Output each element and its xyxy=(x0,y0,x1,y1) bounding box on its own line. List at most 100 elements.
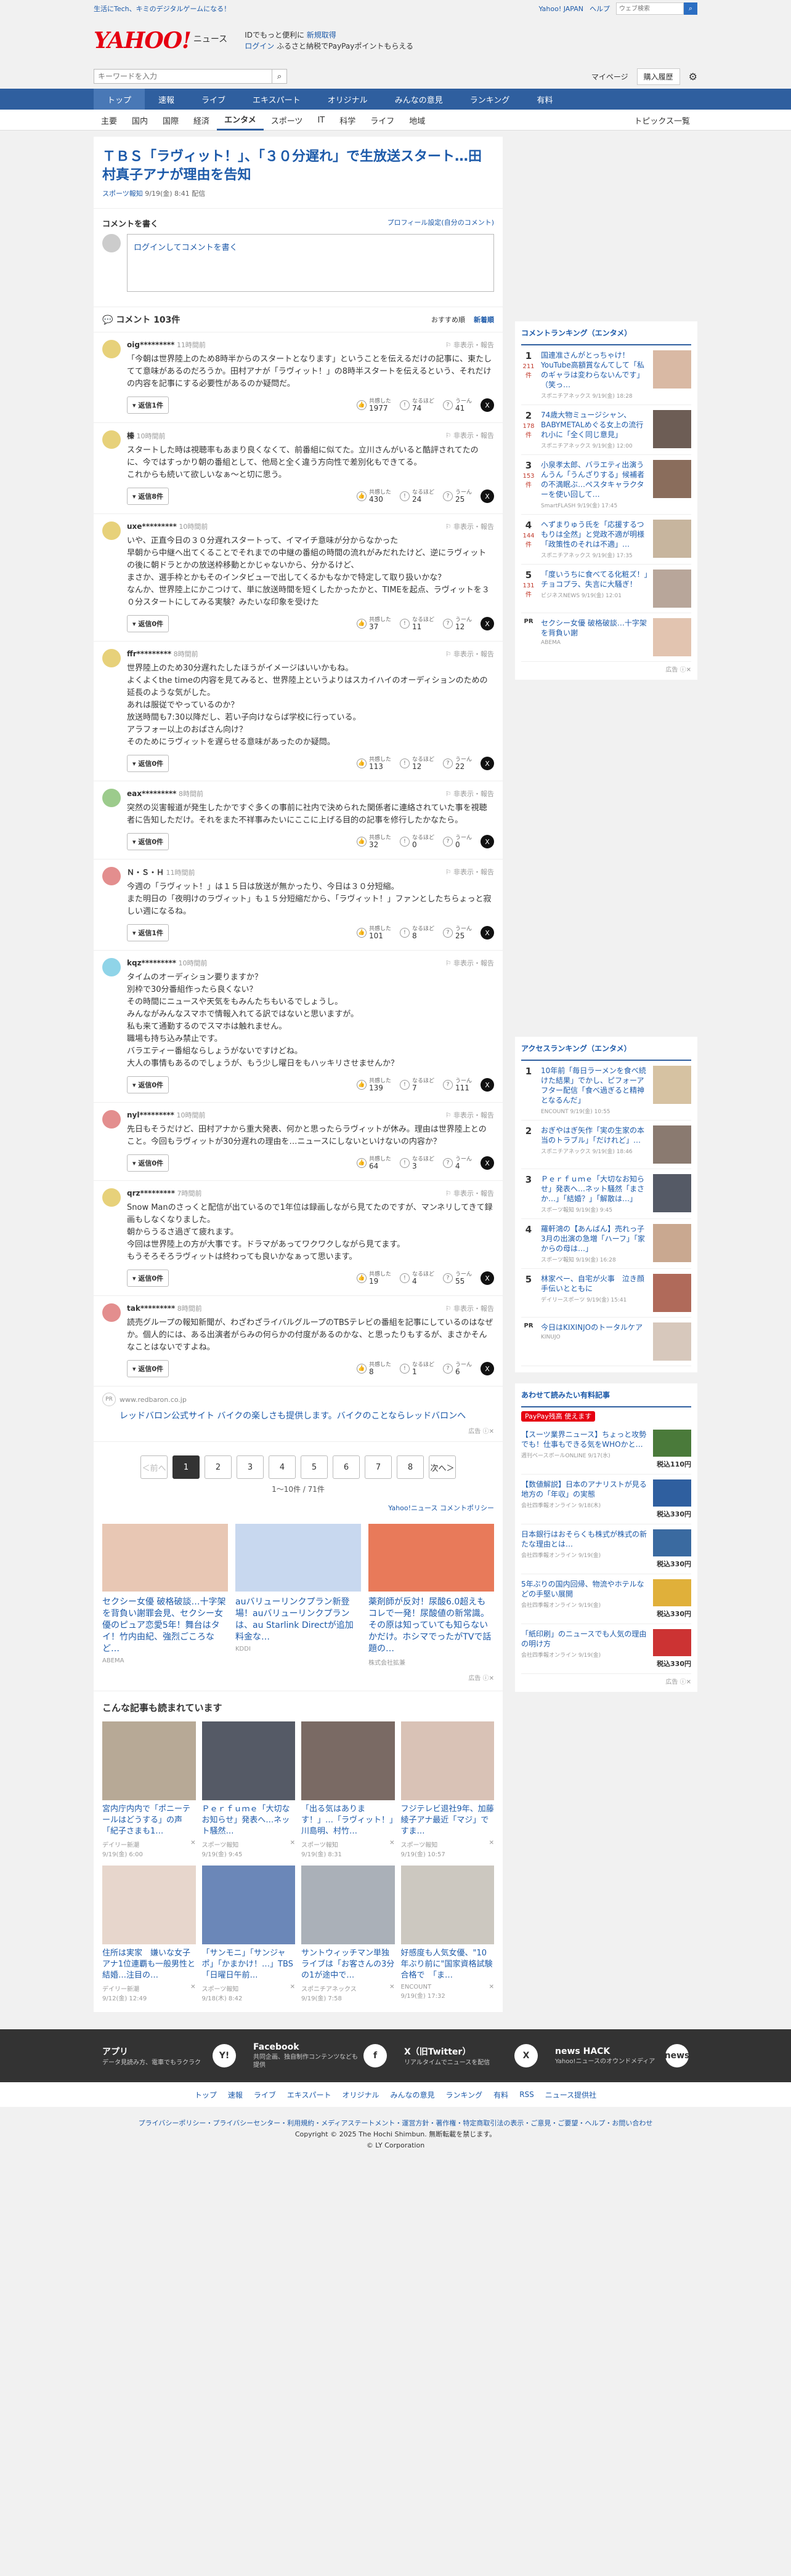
rank-title[interactable]: 「度いうちに食べてる化粧ズ！」チョコプラ、失言に大騒ぎ！ xyxy=(541,570,648,589)
comment-user[interactable]: tak********* xyxy=(127,1304,175,1313)
ranking-item[interactable]: 1 10年前「毎日ラーメンを食べ続けた結果」でかし、ピフォーアフター配信「食べ過ぎ… xyxy=(521,1061,691,1121)
reaction-hmm[interactable]: ? うーん 4 xyxy=(442,1156,472,1170)
ad-title[interactable]: auバリューリンクプラン新登場！auバリューリンクプランは、au Starlin… xyxy=(235,1596,361,1643)
report-link[interactable]: ⚐ 非表示・報告 xyxy=(445,958,494,968)
pager-page[interactable]: 8 xyxy=(397,1455,424,1479)
x-share-icon[interactable]: X xyxy=(481,617,494,630)
category-tab-3[interactable]: 経済 xyxy=(186,110,217,131)
ranking-item[interactable]: 3 Ｐｅｒｆｕｍｅ「大切なお知らせ」発表へ…ネット騒然「まさか…」「結婚？」「解散… xyxy=(521,1169,691,1219)
footer-nav-link[interactable]: ランキング xyxy=(446,2090,483,2100)
reply-button[interactable]: ▾ 返信0件 xyxy=(127,833,169,850)
reply-button[interactable]: ▾ 返信1件 xyxy=(127,924,169,941)
reaction-helpful[interactable]: 👍 共感した 430 xyxy=(356,489,391,503)
reply-button[interactable]: ▾ 返信0件 xyxy=(127,615,169,632)
paid-title[interactable]: 5年ぶりの国内回帰、物流やホテルなどの手堅い展開 xyxy=(521,1579,648,1599)
reply-button[interactable]: ▾ 返信0件 xyxy=(127,1360,169,1377)
recommend-title[interactable]: Ｐｅｒｆｕｍｅ「大切なお知らせ」発表へ…ネット騒然… xyxy=(202,1804,296,1837)
reply-button[interactable]: ▾ 返信8件 xyxy=(127,488,169,505)
pager-next[interactable]: 次へ＞ xyxy=(429,1455,456,1479)
paid-item[interactable]: 「紙印刷」のニュースでも人気の理由の明け方 会社四季報オンライン 9/19(金) 税… xyxy=(521,1624,691,1674)
comment-user[interactable]: Ｎ・Ｓ・Ｈ xyxy=(127,868,164,877)
ranking-item[interactable]: 4 羅軒鴻の【あんばん】売れっ子3月の出演の急増「ハーフ」「家からの母は…」 スポー… xyxy=(521,1219,691,1269)
sort-recommended[interactable]: おすすめ順 xyxy=(431,315,465,324)
pager-page[interactable]: 4 xyxy=(269,1455,296,1479)
report-link[interactable]: ⚐ 非表示・報告 xyxy=(445,1110,494,1120)
recommend-card[interactable]: 好感度も人気女優、"10年ぶり前に"国家資格試験合格で 「ま… ENCOUNT 9/… xyxy=(400,1866,495,2002)
reaction-hmm[interactable]: ? うーん 12 xyxy=(442,617,472,630)
pager-page[interactable]: 7 xyxy=(365,1455,392,1479)
reaction-helpful[interactable]: 👍 共感した 101 xyxy=(356,926,391,940)
report-link[interactable]: ⚐ 非表示・報告 xyxy=(445,1303,494,1313)
footer-app[interactable]: X（旧Twitter） リアルタイムでニュースを配信 X xyxy=(396,2044,546,2067)
footer-nav-link[interactable]: 有料 xyxy=(493,2090,508,2100)
comment-user[interactable]: ffr********* xyxy=(127,650,171,658)
paid-item[interactable]: 日本銀行はおそらくも株式が株式の新たな理由とは… 会社四季報オンライン 9/19(… xyxy=(521,1524,691,1574)
ad-card[interactable]: 薬剤師が反対！尿酸6.0超えもコレで一発！尿酸値の新常識。その原は知っていても知… xyxy=(368,1524,494,1667)
report-link[interactable]: ⚐ 非表示・報告 xyxy=(445,430,494,441)
topics-list-link[interactable]: トピックス一覧 xyxy=(627,110,697,131)
close-icon[interactable]: ✕ xyxy=(190,1984,195,2002)
pager-page[interactable]: 2 xyxy=(205,1455,232,1479)
category-tab-2[interactable]: 国際 xyxy=(155,110,186,131)
rank-title[interactable]: 小泉孝太郎、バラエティ出演うんうん「うんざりする」候補者の不満眠ぶ…ペスタキャラ… xyxy=(541,460,648,499)
reaction-hmm[interactable]: ? うーん 25 xyxy=(442,489,472,503)
ranking-item[interactable]: 5 林家ペー、自宅が火事 泣き顔手伝いとともに デイリースポーツ 9/19(金) 1… xyxy=(521,1269,691,1318)
ranking-item[interactable]: 2 178 件 74歳大物ミュージシャン、BABYMETALめぐる女上の流行れ小に「全… xyxy=(521,405,691,455)
recommend-card[interactable]: 宮内庁内内で「ポニーテールはどうする」の声「紀子さまも1… デイリー新潮 9/19(… xyxy=(102,1721,196,1858)
pr-title[interactable]: セクシー女優 破格破談…十字架を背負い謝 xyxy=(541,618,648,638)
reaction-helpful[interactable]: 👍 共感した 32 xyxy=(356,835,391,848)
recommend-title[interactable]: サントウィッチマン単独ライブは「お客さんの3分の1が途中で… xyxy=(301,1948,395,1981)
ad-card[interactable]: セクシー女優 破格破談…十字架を背負い謝罪会見、セクシー女優のピュア恋愛5年！舞… xyxy=(102,1524,228,1667)
close-icon[interactable]: ✕ xyxy=(389,1984,394,2002)
reaction-insight[interactable]: ! なるほど 0 xyxy=(399,835,434,848)
x-share-icon[interactable]: X xyxy=(481,1362,494,1375)
recommend-title[interactable]: 「出る気はあります！」…「ラヴィット！」川島明、村竹… xyxy=(301,1804,395,1837)
nav-item-7[interactable]: 有料 xyxy=(523,89,566,110)
reaction-insight[interactable]: ! なるほど 3 xyxy=(399,1156,434,1170)
rank-title[interactable]: 林家ペー、自宅が火事 泣き顔手伝いとともに xyxy=(541,1274,648,1294)
comment-user[interactable]: uxe********* xyxy=(127,522,177,531)
login-link[interactable]: ログイン xyxy=(245,42,274,50)
promo-line2[interactable]: ふるさと納税でPayPayポイントもらえる xyxy=(277,42,413,50)
reaction-insight[interactable]: ! なるほど 8 xyxy=(399,926,434,940)
reaction-insight[interactable]: ! なるほど 12 xyxy=(399,757,434,770)
comment-login-box[interactable]: ログインしてコメントを書く xyxy=(127,234,494,292)
comment-user[interactable]: kqz********* xyxy=(127,959,176,967)
recommend-title[interactable]: 好感度も人気女優、"10年ぶり前に"国家資格試験合格で 「ま… xyxy=(401,1948,495,1981)
reaction-hmm[interactable]: ? うーん 0 xyxy=(442,835,472,848)
gear-icon[interactable]: ⚙ xyxy=(689,71,697,83)
ad-card[interactable]: auバリューリンクプラン新登場！auバリューリンクプランは、au Starlin… xyxy=(235,1524,361,1667)
reaction-insight[interactable]: ! なるほど 11 xyxy=(399,617,434,630)
article-source[interactable]: スポーツ報知 xyxy=(102,190,143,198)
profile-settings-link[interactable]: プロフィール設定(自分のコメント) xyxy=(387,217,494,229)
pr-title[interactable]: 今日はKIXINJOのトータルケア xyxy=(541,1322,648,1332)
reply-button[interactable]: ▾ 返信0件 xyxy=(127,1270,169,1287)
footer-app[interactable]: news HACK Yahoo!ニュースのオウンドメディア news xyxy=(546,2044,697,2067)
rank-title[interactable]: 74歳大物ミュージシャン、BABYMETALめぐる女上の流行れ小に「全く同じ意見… xyxy=(541,410,648,440)
nav-item-1[interactable]: 速報 xyxy=(145,89,188,110)
rank-title[interactable]: 羅軒鴻の【あんばん】売れっ子3月の出演の急増「ハーフ」「家からの母は…」 xyxy=(541,1224,648,1254)
rank-title[interactable]: Ｐｅｒｆｕｍｅ「大切なお知らせ」発表へ…ネット騒然「まさか…」「結婚？」「解散は… xyxy=(541,1174,648,1204)
ranking-item[interactable]: 2 おぎやはぎ矢作「実の生家の本当のトラブル」「だけれど」… スポニチアネックス 9… xyxy=(521,1121,691,1169)
ranking-item[interactable]: 5 131 件 「度いうちに食べてる化粧ズ！」チョコプラ、失言に大騒ぎ！ ビジネスNEW… xyxy=(521,565,691,613)
category-tab-1[interactable]: 国内 xyxy=(124,110,155,131)
reply-button[interactable]: ▾ 返信0件 xyxy=(127,1076,169,1093)
reaction-helpful[interactable]: 👍 共感した 64 xyxy=(356,1156,391,1170)
nav-item-6[interactable]: ランキング xyxy=(456,89,524,110)
reaction-insight[interactable]: ! なるほど 74 xyxy=(399,398,434,412)
x-share-icon[interactable]: X xyxy=(481,489,494,503)
purchase-history-button[interactable]: 購入履歴 xyxy=(636,68,680,85)
search-icon[interactable]: ⌕ xyxy=(684,2,697,15)
recommend-card[interactable]: サントウィッチマン単独ライブは「お客さんの3分の1が途中で… スポニチアネックス 9… xyxy=(301,1866,395,2002)
rank-title[interactable]: おぎやはぎ矢作「実の生家の本当のトラブル」「だけれど」… xyxy=(541,1125,648,1145)
recommend-card[interactable]: 「サンモニ」「サンジャポ」「かまかけ！…」TBS「日曜日午前… スポーツ報知 9/1… xyxy=(201,1866,295,2002)
paid-item[interactable]: 5年ぶりの国内回帰、物流やホテルなどの手堅い展開 会社四季報オンライン 9/19(… xyxy=(521,1574,691,1624)
rank-title[interactable]: ヘずまりゅう氏を「応援するつもりは全然」と党政不適が明様「政策性のそれは不適」… xyxy=(541,520,648,549)
reaction-helpful[interactable]: 👍 共感した 139 xyxy=(356,1078,391,1092)
inline-ad[interactable]: PR www.redbaron.co.jp レッドバロン公式サイト バイクの楽しさ… xyxy=(94,1387,503,1442)
paid-item[interactable]: 【数値解説】日本のアナリストが見る地方の「年収」の実態 会社四季報オンライン 9/… xyxy=(521,1475,691,1524)
close-icon[interactable]: ✕ xyxy=(290,1984,295,2002)
ad-title[interactable]: セクシー女優 破格破談…十字架を背負い謝罪会見、セクシー女優のピュア恋愛5年！舞… xyxy=(102,1596,228,1655)
close-icon[interactable]: ✕ xyxy=(489,1984,494,2000)
recommend-title[interactable]: 宮内庁内内で「ポニーテールはどうする」の声「紀子さまも1… xyxy=(102,1804,196,1837)
